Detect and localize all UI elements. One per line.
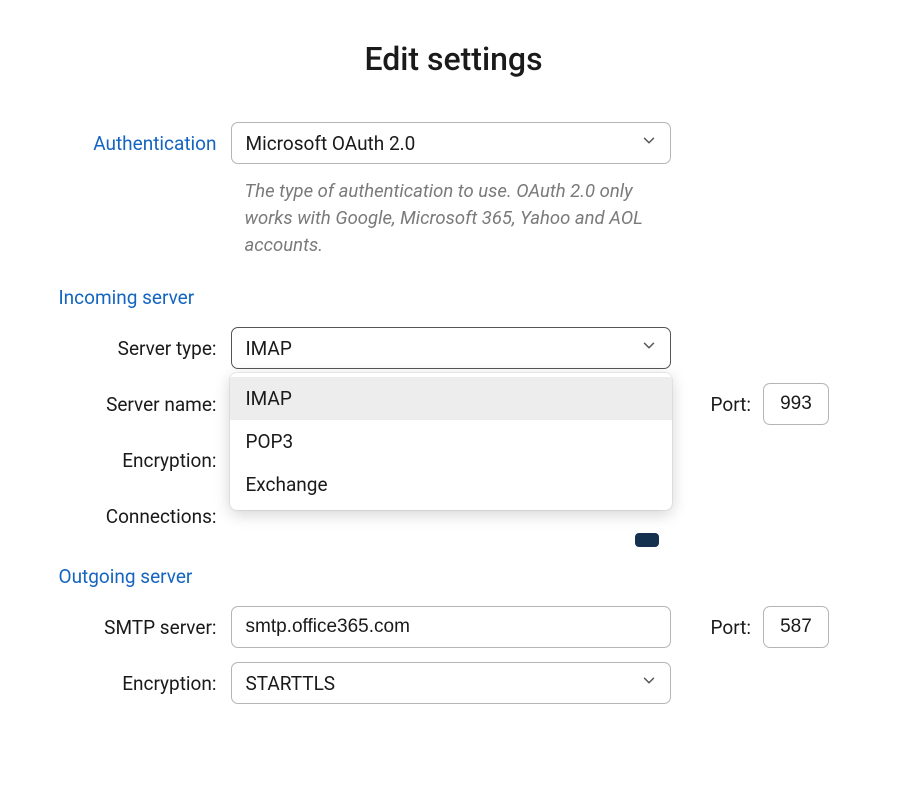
chevron-down-icon — [640, 337, 658, 360]
authentication-helper: The type of authentication to use. OAuth… — [245, 178, 685, 258]
authentication-value: Microsoft OAuth 2.0 — [246, 132, 416, 155]
outgoing-port-label: Port: — [711, 616, 751, 639]
dropdown-option-exchange[interactable]: Exchange — [230, 463, 672, 506]
smtp-server-row: SMTP server: Port: — [59, 606, 849, 648]
incoming-port-input[interactable] — [763, 383, 829, 425]
outgoing-encryption-row: Encryption: STARTTLS — [59, 662, 849, 704]
dropdown-option-pop3[interactable]: POP3 — [230, 420, 672, 463]
smtp-server-label: SMTP server: — [59, 616, 231, 639]
outgoing-encryption-value: STARTTLS — [246, 672, 336, 695]
authentication-label: Authentication — [59, 132, 231, 155]
chevron-down-icon — [640, 672, 658, 695]
authentication-select[interactable]: Microsoft OAuth 2.0 — [231, 122, 671, 164]
outgoing-port-input[interactable] — [763, 606, 829, 648]
server-type-dropdown: IMAP POP3 Exchange — [230, 373, 672, 510]
server-type-select[interactable]: IMAP — [231, 327, 671, 369]
server-type-value: IMAP — [246, 337, 292, 360]
incoming-port-label: Port: — [711, 393, 751, 416]
chevron-down-icon — [640, 132, 658, 155]
incoming-server-header: Incoming server — [59, 286, 849, 309]
server-type-row: Server type: IMAP IMAP POP3 Exchange — [59, 327, 849, 369]
outgoing-encryption-select[interactable]: STARTTLS — [231, 662, 671, 704]
smtp-server-input[interactable] — [231, 606, 671, 648]
dropdown-option-imap[interactable]: IMAP — [230, 377, 672, 420]
page-title: Edit settings — [59, 40, 849, 78]
stepper-fragment — [635, 533, 659, 547]
connections-label: Connections: — [59, 505, 231, 528]
server-name-label: Server name: — [59, 393, 231, 416]
authentication-row: Authentication Microsoft OAuth 2.0 — [59, 122, 849, 164]
server-type-label: Server type: — [59, 337, 231, 360]
incoming-encryption-label: Encryption: — [59, 449, 231, 472]
outgoing-server-header: Outgoing server — [59, 565, 849, 588]
outgoing-encryption-label: Encryption: — [59, 672, 231, 695]
